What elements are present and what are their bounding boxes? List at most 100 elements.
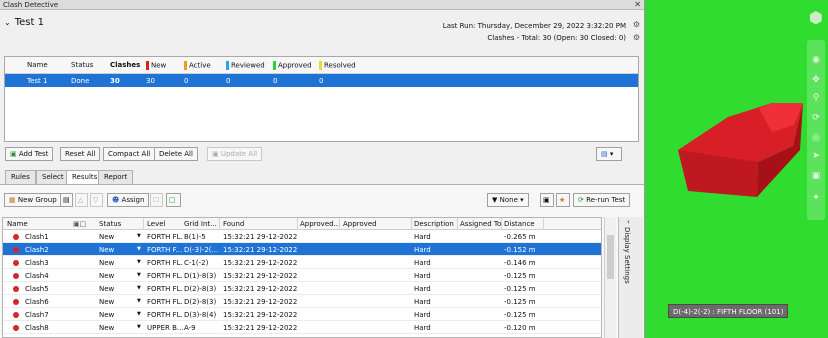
status-dropdown-icon[interactable]: ▼: [137, 233, 141, 239]
col-result-status[interactable]: Status: [99, 220, 121, 228]
3d-viewport[interactable]: [646, 0, 828, 338]
unassign-icon[interactable]: ☐: [150, 193, 163, 207]
col-result-approved[interactable]: Approved: [343, 220, 377, 228]
status-dropdown-icon[interactable]: ▼: [137, 324, 141, 330]
row-description: Hard: [414, 298, 431, 306]
update-icon: ▣: [212, 150, 221, 158]
test-row-resolved: 0: [319, 77, 324, 85]
col-result-name[interactable]: Name: [7, 220, 28, 228]
table-row[interactable]: Clash6 New FORTH FL...D(2)-8(3) 15:32:21 29…: [3, 295, 601, 308]
status-dropdown-icon[interactable]: ▼: [137, 311, 141, 317]
compact-all-button[interactable]: Compact All: [103, 147, 156, 161]
expand-chevron-icon[interactable]: ‹: [627, 218, 630, 226]
status-dropdown-icon[interactable]: ▼: [137, 298, 141, 304]
table-row[interactable]: Clash1 New FORTH FL...B(1)-5 15:32:21 29-12…: [3, 230, 601, 243]
test-row[interactable]: Test 1 Done 30 30 0 0 0 0: [5, 74, 638, 87]
table-row[interactable]: Clash3 New FORTH FL...C-1(-2) 15:32:21 29-1…: [3, 256, 601, 269]
move-up-icon[interactable]: △: [75, 193, 88, 207]
rerun-test-button[interactable]: ⟳ Re-run Test: [573, 193, 631, 207]
row-description: Hard: [414, 259, 431, 267]
col-new[interactable]: New: [146, 61, 166, 70]
row-found: 15:32:21 29-12-2022: [223, 298, 298, 306]
col-result-level[interactable]: Level: [147, 220, 165, 228]
row-grid: A-9: [184, 324, 196, 332]
element-tooltip: D(-4)-2(-2) : FIFTH FLOOR (101): [668, 304, 789, 318]
add-test-button[interactable]: ▣ Add Test: [5, 147, 54, 161]
select-items-icon[interactable]: ▣: [540, 193, 554, 207]
col-resolved[interactable]: Resolved: [319, 61, 356, 70]
col-result-found[interactable]: Found: [223, 220, 244, 228]
move-down-icon[interactable]: ▽: [90, 193, 103, 207]
walk-icon[interactable]: ➤: [810, 150, 822, 162]
tab-rules[interactable]: Rules: [5, 170, 36, 184]
pan-icon[interactable]: ✥: [810, 74, 822, 86]
row-grid: C-1(-2): [184, 259, 209, 267]
table-row[interactable]: Clash4 New FORTH FL...D(1)-8(3) 15:32:21 29…: [3, 269, 601, 282]
reset-all-button[interactable]: Reset All: [60, 147, 101, 161]
collapse-chevron-icon[interactable]: ⌄: [4, 18, 11, 27]
results-scrollbar[interactable]: [604, 217, 616, 338]
none-filter-dropdown[interactable]: ▼ None ▾: [487, 193, 529, 207]
export-dropdown-button[interactable]: ▤ ▾: [596, 147, 622, 161]
delete-all-button[interactable]: Delete All: [154, 147, 198, 161]
clash-summary-settings-icon[interactable]: ⚙: [633, 33, 640, 42]
table-row[interactable]: Clash5 New FORTH FL...D(2)-8(3) 15:32:21 29…: [3, 282, 601, 295]
col-result-grid[interactable]: Grid Int...: [184, 220, 217, 228]
col-active[interactable]: Active: [184, 61, 211, 70]
display-settings-panel[interactable]: ‹ Display Settings: [618, 217, 643, 338]
row-grid: D(3)-8(4): [184, 311, 217, 319]
display-settings-label: Display Settings: [623, 227, 631, 284]
close-icon[interactable]: ✕: [634, 0, 641, 9]
test-row-reviewed: 0: [226, 77, 231, 85]
highlight-icon[interactable]: ★: [556, 193, 570, 207]
select-icon[interactable]: ✦: [810, 192, 822, 204]
test-header[interactable]: ⌄ Test 1: [4, 17, 44, 28]
test-row-clashes: 30: [110, 77, 120, 85]
col-result-distance[interactable]: Distance: [504, 220, 535, 228]
tests-table: Name Status Clashes New Active Reviewed …: [4, 56, 639, 142]
clash-status-dot-icon: [13, 286, 19, 292]
viewcube-icon[interactable]: ⬢: [807, 8, 825, 28]
col-result-assigned[interactable]: Assigned To: [460, 220, 501, 228]
clash-status-dot-icon: [13, 312, 19, 318]
assign-button[interactable]: ☻ Assign: [107, 193, 150, 207]
col-reviewed[interactable]: Reviewed: [226, 61, 265, 70]
tab-report[interactable]: Report: [98, 170, 134, 184]
group-options-icon[interactable]: ▤: [60, 193, 73, 207]
col-status[interactable]: Status: [71, 61, 93, 69]
status-dropdown-icon[interactable]: ▼: [137, 272, 141, 278]
look-icon[interactable]: ◎: [810, 132, 822, 144]
camera-comment-icon[interactable]: ▣□: [73, 220, 86, 228]
comment-icon[interactable]: □: [166, 193, 181, 207]
column-separator: [457, 218, 458, 230]
table-row[interactable]: Clash8 New UPPER B... A-9 15:32:21 29-12-202…: [3, 321, 601, 334]
rerun-icon: ⟳: [578, 196, 587, 204]
col-clashes[interactable]: Clashes: [110, 61, 140, 69]
table-row[interactable]: Clash2 New FORTH F... D(-3)-2(... 15:32:21 2…: [3, 243, 601, 256]
nav-wheel-icon[interactable]: ◉: [810, 54, 822, 66]
col-result-approved-by[interactable]: Approved...: [300, 220, 340, 228]
new-group-button[interactable]: ▦ New Group: [4, 193, 62, 207]
update-all-button[interactable]: ▣ Update All: [207, 147, 263, 161]
table-row[interactable]: Clash7 New FORTH FL...D(3)-8(4) 15:32:21 29…: [3, 308, 601, 321]
focus-icon[interactable]: ▣: [810, 170, 822, 182]
tab-select[interactable]: Select: [36, 170, 70, 184]
zoom-icon[interactable]: ⚲: [810, 92, 822, 104]
status-dropdown-icon[interactable]: ▼: [137, 285, 141, 291]
status-dropdown-icon[interactable]: ▼: [137, 246, 141, 252]
col-name[interactable]: Name: [27, 61, 48, 69]
col-result-description[interactable]: Description: [414, 220, 454, 228]
column-separator: [143, 218, 144, 230]
row-level: UPPER B...: [147, 324, 183, 332]
row-status: New: [99, 233, 115, 241]
column-separator: [543, 218, 544, 230]
clash-status-dot-icon: [13, 234, 19, 240]
new-group-icon: ▦: [9, 196, 18, 204]
row-description: Hard: [414, 233, 431, 241]
orbit-icon[interactable]: ⟳: [810, 112, 822, 124]
settings-gear-icon[interactable]: ⚙: [633, 20, 640, 29]
row-description: Hard: [414, 246, 431, 254]
col-approved[interactable]: Approved: [273, 61, 312, 70]
scrollbar-thumb[interactable]: [607, 235, 614, 279]
status-dropdown-icon[interactable]: ▼: [137, 259, 141, 265]
